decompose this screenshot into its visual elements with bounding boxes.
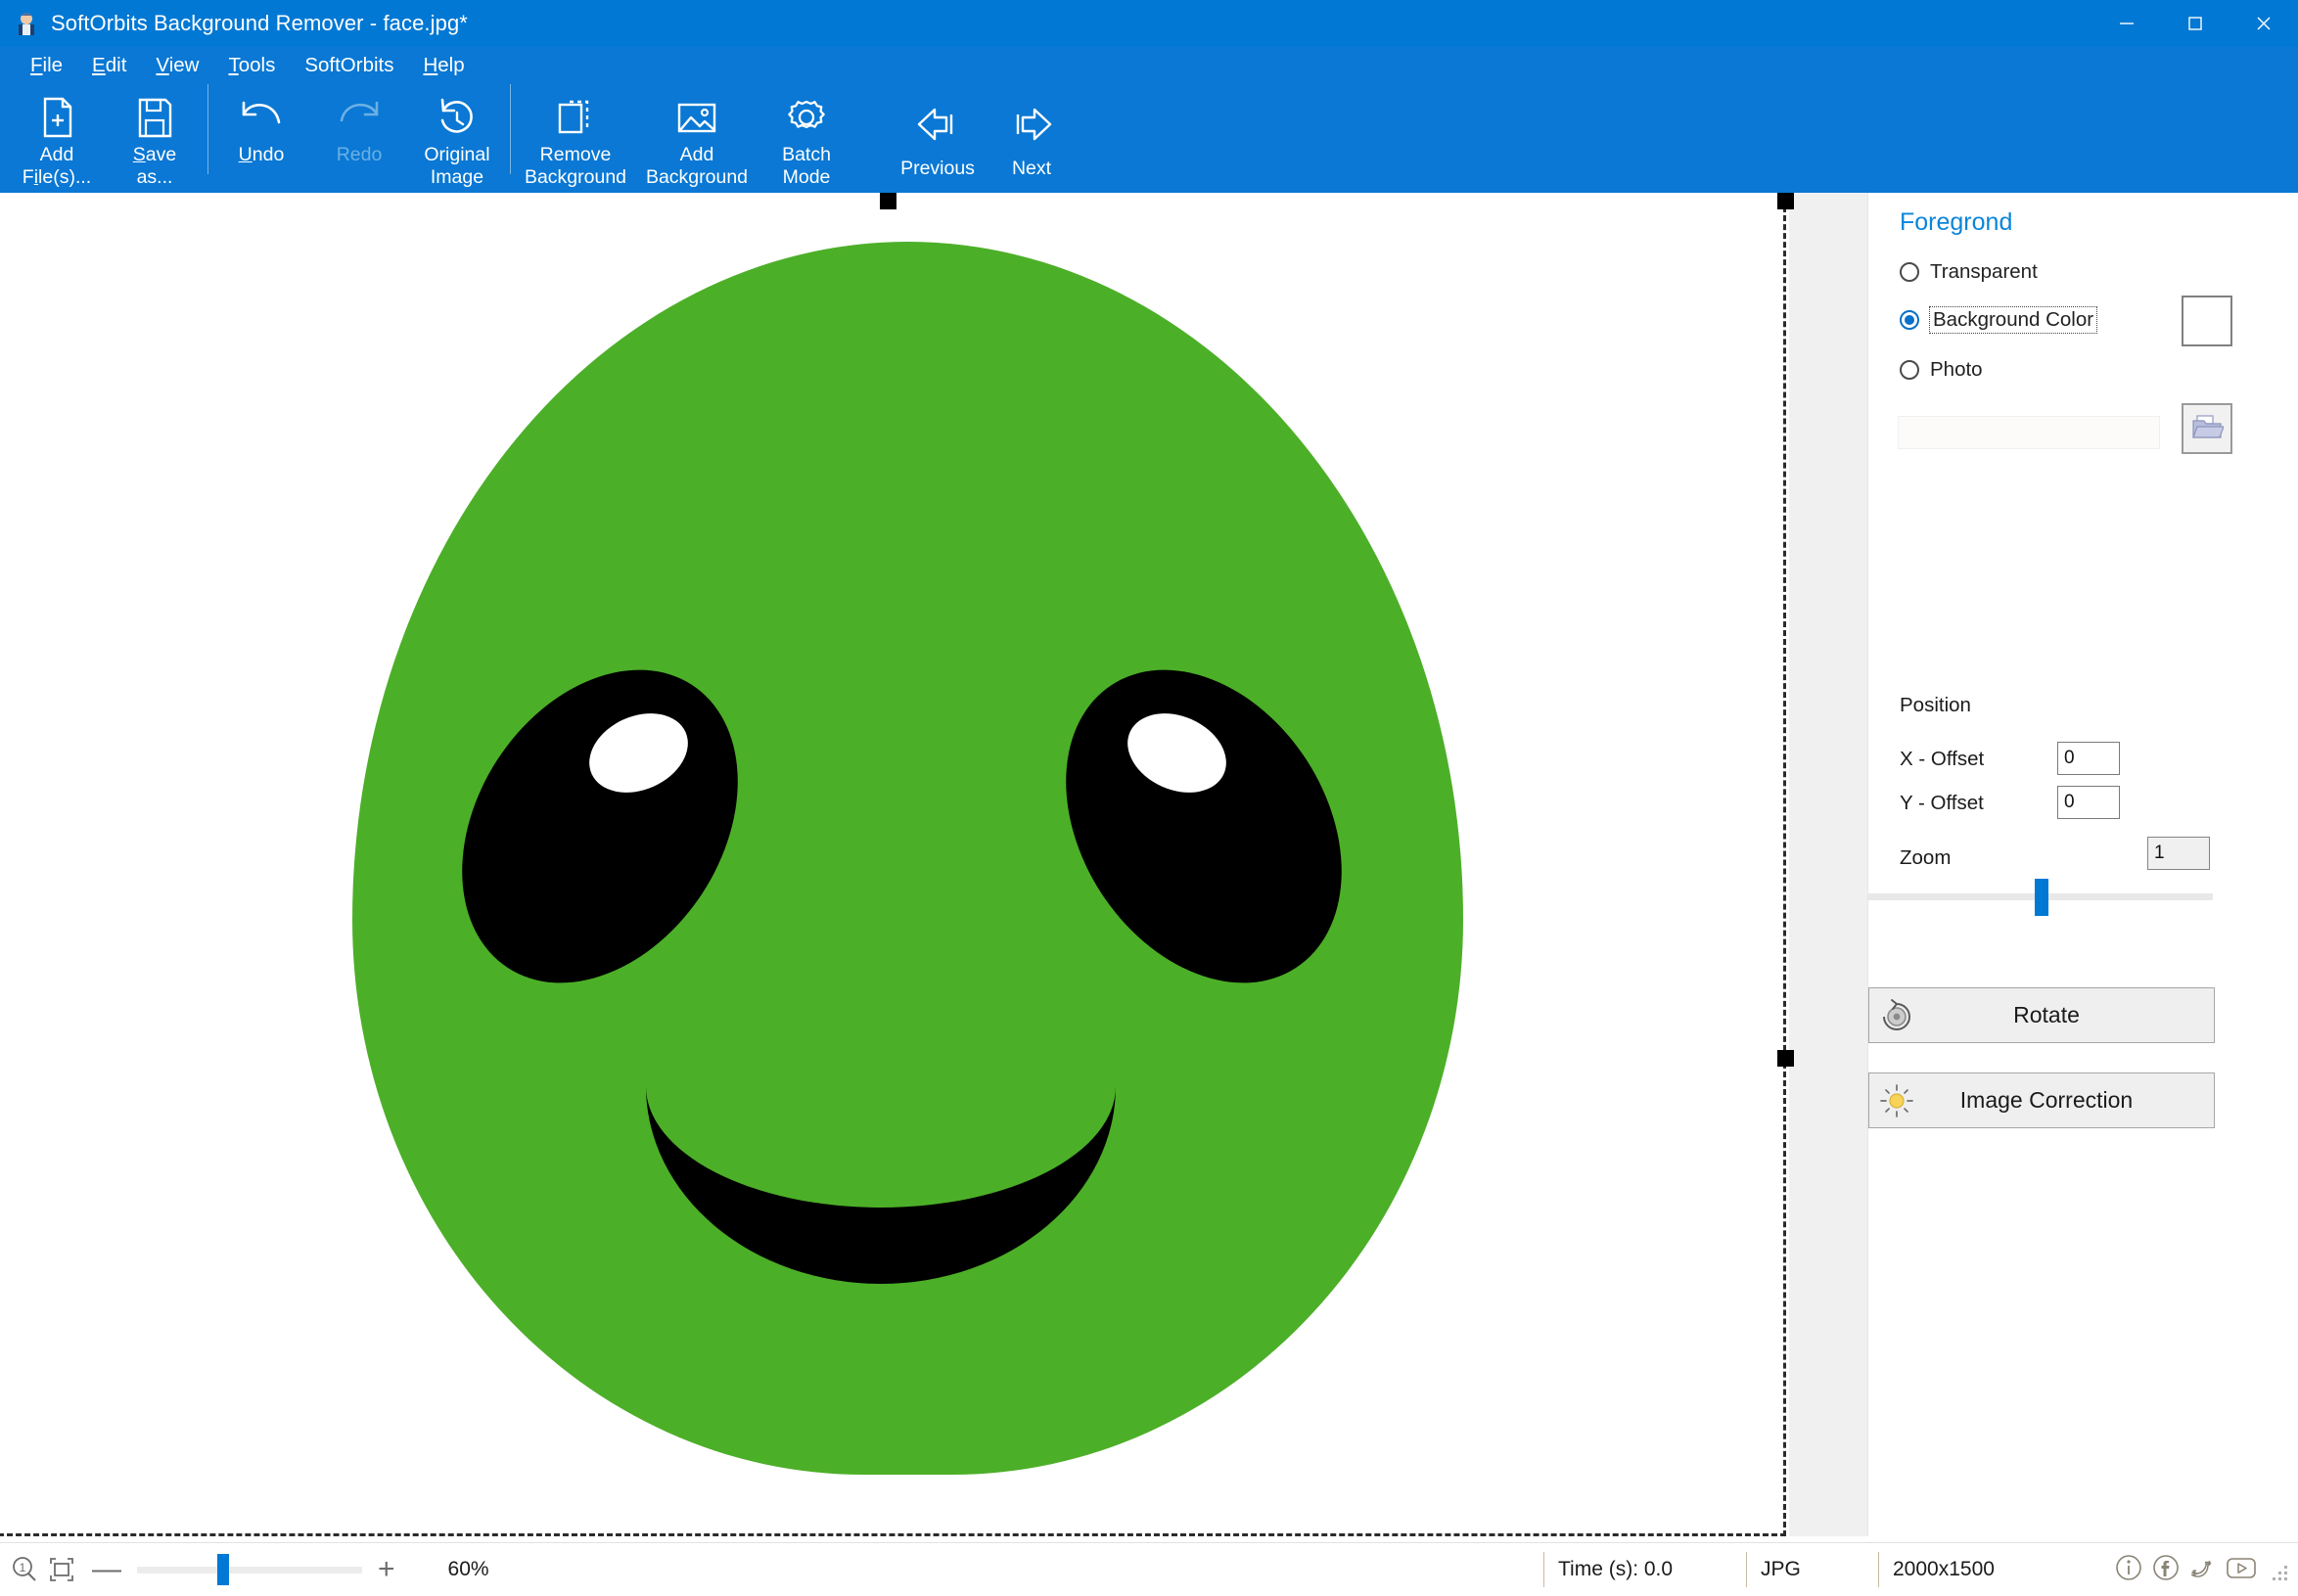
- zoom-value-input[interactable]: 1: [2147, 837, 2210, 870]
- minimize-button[interactable]: [2092, 0, 2161, 47]
- radio-background-color[interactable]: Background Color: [1900, 305, 2098, 335]
- add-background-label: Add Background: [645, 144, 749, 188]
- fit-to-screen-icon[interactable]: [47, 1555, 76, 1584]
- gear-icon: [783, 92, 830, 143]
- zoom-slider-thumb[interactable]: [2035, 879, 2048, 916]
- photo-path-input[interactable]: [1898, 416, 2160, 449]
- previous-button[interactable]: Previous: [891, 84, 985, 180]
- position-section-title: Position: [1900, 694, 1971, 716]
- radio-background-color-label: Background Color: [1928, 306, 2098, 334]
- menu-edit[interactable]: Edit: [77, 50, 141, 81]
- radio-transparent-label: Transparent: [1930, 260, 2038, 283]
- canvas-outside-area: [1789, 193, 1867, 1536]
- original-image-label: Original Image: [424, 144, 490, 188]
- menu-bar: FFileile Edit View Tools SoftOrbits Help: [0, 47, 2298, 84]
- x-offset-input[interactable]: 0: [2057, 742, 2120, 775]
- zoom-percent-label: 60%: [447, 1558, 489, 1580]
- svg-text:1: 1: [20, 1561, 26, 1574]
- file-plus-icon: [34, 92, 79, 143]
- title-bar: SoftOrbits Background Remover - face.jpg…: [0, 0, 2298, 47]
- radio-background-color-indicator[interactable]: [1900, 310, 1919, 330]
- save-as-label: Save as...: [132, 144, 177, 188]
- y-offset-label: Y - Offset: [1900, 792, 1984, 814]
- app-icon: [14, 11, 39, 36]
- foreground-panel: Foregrond Transparent Background Color P…: [1867, 193, 2298, 1536]
- toolbar: Add File(s)... Save as... Undo Redo Orig…: [0, 84, 2298, 193]
- toolbar-separator-2: [510, 84, 511, 174]
- add-files-label: Add File(s)...: [22, 144, 92, 188]
- remove-background-label: Remove Background: [524, 144, 627, 188]
- rotate-icon: [1869, 997, 1924, 1034]
- twitter-icon[interactable]: [2186, 1551, 2220, 1589]
- zoom-label: Zoom: [1900, 846, 1952, 869]
- status-time: Time (s): 0.0: [1543, 1552, 1746, 1587]
- redo-button: Redo: [310, 84, 408, 166]
- window-title: SoftOrbits Background Remover - face.jpg…: [51, 11, 468, 35]
- original-image-button[interactable]: Original Image: [408, 84, 506, 189]
- browse-photo-button[interactable]: [2182, 403, 2232, 454]
- save-as-button[interactable]: Save as...: [106, 84, 204, 189]
- window-controls: [2092, 0, 2298, 47]
- undo-label: Undo: [238, 144, 285, 165]
- zoom-out-button[interactable]: —: [92, 1555, 121, 1584]
- arrow-left-bar-icon: [911, 92, 964, 157]
- remove-background-button[interactable]: Remove Background: [515, 84, 636, 189]
- status-format: JPG: [1746, 1552, 1878, 1587]
- close-button[interactable]: [2229, 0, 2298, 47]
- youtube-icon[interactable]: [2224, 1551, 2259, 1589]
- radio-photo-indicator[interactable]: [1900, 360, 1919, 380]
- open-folder-icon: [2190, 412, 2225, 446]
- image-correction-button-label: Image Correction: [1959, 1087, 2134, 1113]
- arrow-right-bar-icon: [1005, 92, 1058, 157]
- redo-label: Redo: [336, 144, 383, 165]
- next-label: Next: [1011, 158, 1052, 179]
- canvas-zoom-slider-track[interactable]: [137, 1553, 362, 1585]
- previous-label: Previous: [900, 158, 975, 179]
- radio-transparent-indicator[interactable]: [1900, 262, 1919, 282]
- menu-file[interactable]: FFileile: [16, 50, 77, 81]
- social-links: [2112, 1551, 2263, 1589]
- magnifier-100-icon[interactable]: 1: [10, 1555, 39, 1584]
- menu-view[interactable]: View: [141, 50, 213, 81]
- image-correction-button[interactable]: Image Correction: [1868, 1072, 2215, 1128]
- batch-mode-label: Batch Mode: [782, 144, 831, 188]
- info-icon[interactable]: [2112, 1551, 2145, 1589]
- background-color-swatch[interactable]: [2182, 296, 2232, 346]
- zoom-in-button[interactable]: +: [378, 1555, 395, 1584]
- menu-help[interactable]: Help: [408, 50, 479, 81]
- undo-arrow-icon: [236, 92, 287, 143]
- undo-button[interactable]: Undo: [212, 84, 310, 166]
- y-offset-input[interactable]: 0: [2057, 786, 2120, 819]
- floppy-save-icon: [132, 92, 177, 143]
- resize-grip[interactable]: [2271, 1566, 2292, 1587]
- batch-mode-button[interactable]: Batch Mode: [758, 84, 855, 189]
- history-clock-icon: [434, 92, 481, 143]
- rotate-button-label: Rotate: [2013, 1002, 2080, 1027]
- maximize-button[interactable]: [2161, 0, 2229, 47]
- redo-arrow-icon: [334, 92, 385, 143]
- toolbar-separator-1: [207, 84, 208, 174]
- status-bar: 1 — + 60% Time (s): 0.0 JPG 2000x1500: [0, 1542, 2298, 1596]
- canvas-zoom-slider-thumb[interactable]: [217, 1553, 229, 1585]
- x-offset-label: X - Offset: [1900, 748, 1985, 770]
- facebook-icon[interactable]: [2149, 1551, 2183, 1589]
- image-canvas[interactable]: [0, 193, 1867, 1536]
- menu-softorbits[interactable]: SoftOrbits: [290, 50, 408, 81]
- radio-photo[interactable]: Photo: [1900, 355, 1983, 385]
- dashed-square-icon: [552, 92, 599, 143]
- panel-title: Foregrond: [1900, 208, 2013, 236]
- radio-transparent[interactable]: Transparent: [1900, 257, 2038, 287]
- picture-icon: [673, 92, 720, 143]
- selection-handle-bottom[interactable]: [880, 193, 896, 209]
- sun-brightness-icon: [1869, 1082, 1924, 1119]
- radio-photo-label: Photo: [1930, 358, 1983, 381]
- add-background-button[interactable]: Add Background: [636, 84, 758, 189]
- next-button[interactable]: Next: [985, 84, 1079, 180]
- status-dimensions: 2000x1500: [1878, 1552, 2089, 1587]
- rotate-button[interactable]: Rotate: [1868, 987, 2215, 1043]
- alien-face-image: [352, 242, 1463, 1475]
- menu-tools[interactable]: Tools: [213, 50, 290, 81]
- add-files-button[interactable]: Add File(s)...: [8, 84, 106, 189]
